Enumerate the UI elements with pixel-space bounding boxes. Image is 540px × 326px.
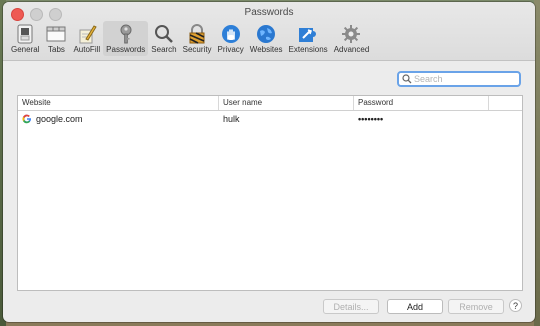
tab-label: Advanced [333,45,370,54]
lock-icon [186,23,208,44]
preferences-window: Passwords General Tabs AutoFill Password… [3,2,535,322]
cell-password: •••••••• [358,114,384,124]
tab-label: Websites [249,45,283,54]
column-spacer [489,96,522,110]
search-field[interactable] [397,71,521,87]
tab-search[interactable]: Search [148,21,179,56]
titlebar: Passwords General Tabs AutoFill Password… [3,2,535,61]
details-button[interactable]: Details... [323,299,379,314]
tab-privacy[interactable]: Privacy [215,21,247,56]
tab-label: Privacy [217,45,244,54]
tab-label: Tabs [48,45,65,54]
passwords-table: Website User name Password google.com hu… [17,95,523,291]
column-website[interactable]: Website [18,96,219,110]
passwords-pane: Website User name Password google.com hu… [3,61,535,322]
hand-icon [220,23,242,44]
google-g-icon [22,114,31,124]
puzzle-icon [297,23,319,44]
website-text: google.com [36,114,83,124]
cell-username: hulk [223,114,240,124]
tab-extensions[interactable]: Extensions [286,21,331,56]
cell-website: google.com [18,114,219,124]
tabs-icon [45,23,67,44]
column-username[interactable]: User name [219,96,354,110]
tab-advanced[interactable]: Advanced [331,21,373,56]
tab-autofill[interactable]: AutoFill [70,21,103,56]
window-title: Passwords [244,7,294,18]
tab-label: Passwords [106,45,146,54]
tab-websites[interactable]: Websites [247,21,286,56]
preferences-toolbar: General Tabs AutoFill Passwords Search S… [8,21,372,56]
table-header: Website User name Password [18,96,522,111]
help-button[interactable]: ? [509,299,522,312]
autofill-pencil-icon [76,23,98,44]
tab-label: AutoFill [73,45,101,54]
tab-label: Extensions [288,45,328,54]
magnifier-icon [153,23,175,44]
tab-label: Security [182,45,212,54]
search-icon [402,74,412,84]
add-button[interactable]: Add [387,299,443,314]
key-icon [115,23,137,44]
table-row[interactable]: google.com hulk •••••••• [18,111,522,127]
tab-general[interactable]: General [8,21,42,56]
tab-label: General [11,45,40,54]
bottom-button-bar: Details... Add Remove ? [3,299,535,319]
column-password[interactable]: Password [354,96,489,110]
tab-security[interactable]: Security [180,21,215,56]
remove-button[interactable]: Remove [448,299,504,314]
search-input[interactable] [412,74,514,84]
tab-tabs[interactable]: Tabs [42,21,70,56]
gear-icon [340,23,362,44]
globe-icon [255,23,277,44]
tab-passwords[interactable]: Passwords [103,21,149,56]
general-switch-icon [14,23,36,44]
tab-label: Search [151,45,177,54]
